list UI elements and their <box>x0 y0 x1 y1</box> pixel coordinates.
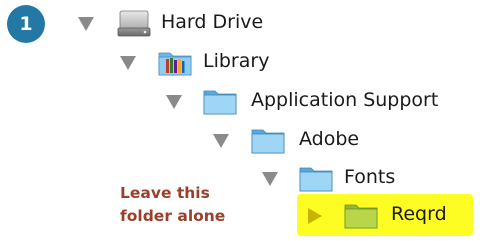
folder-icon <box>298 163 334 193</box>
tree-item-label: Hard Drive <box>161 11 264 33</box>
tree-item-label: Library <box>203 50 270 72</box>
hard-drive-icon <box>116 8 152 38</box>
tree-item-library[interactable]: Library <box>120 47 320 79</box>
folder-icon <box>343 200 379 230</box>
tree-item-label: Adobe <box>299 128 360 150</box>
library-folder-icon <box>157 47 193 77</box>
folder-icon <box>202 86 238 116</box>
tree-item-label: Fonts <box>344 166 396 188</box>
tree-item-adobe[interactable]: Adobe <box>213 125 413 157</box>
disclosure-triangle-expanded-icon[interactable] <box>166 95 182 109</box>
tree-item-reqrd[interactable]: Reqrd <box>307 200 472 232</box>
disclosure-triangle-expanded-icon[interactable] <box>213 134 229 148</box>
callout-line-1: Leave this <box>120 184 210 202</box>
disclosure-triangle-expanded-icon[interactable] <box>78 17 94 31</box>
disclosure-triangle-expanded-icon[interactable] <box>120 56 136 70</box>
tree-item-application-support[interactable]: Application Support <box>166 86 478 118</box>
tree-item-label: Reqrd <box>391 203 447 225</box>
callout-note: Leave this folder alone <box>120 182 270 228</box>
tree-item-label: Application Support <box>251 89 439 111</box>
callout-line-2: folder alone <box>120 207 226 225</box>
step-number-badge: 1 <box>7 5 45 43</box>
folder-icon <box>250 125 286 155</box>
tree-item-fonts[interactable]: Fonts <box>262 163 442 195</box>
tree-item-hard-drive[interactable]: Hard Drive <box>78 8 308 40</box>
disclosure-triangle-collapsed-icon[interactable] <box>308 208 322 224</box>
